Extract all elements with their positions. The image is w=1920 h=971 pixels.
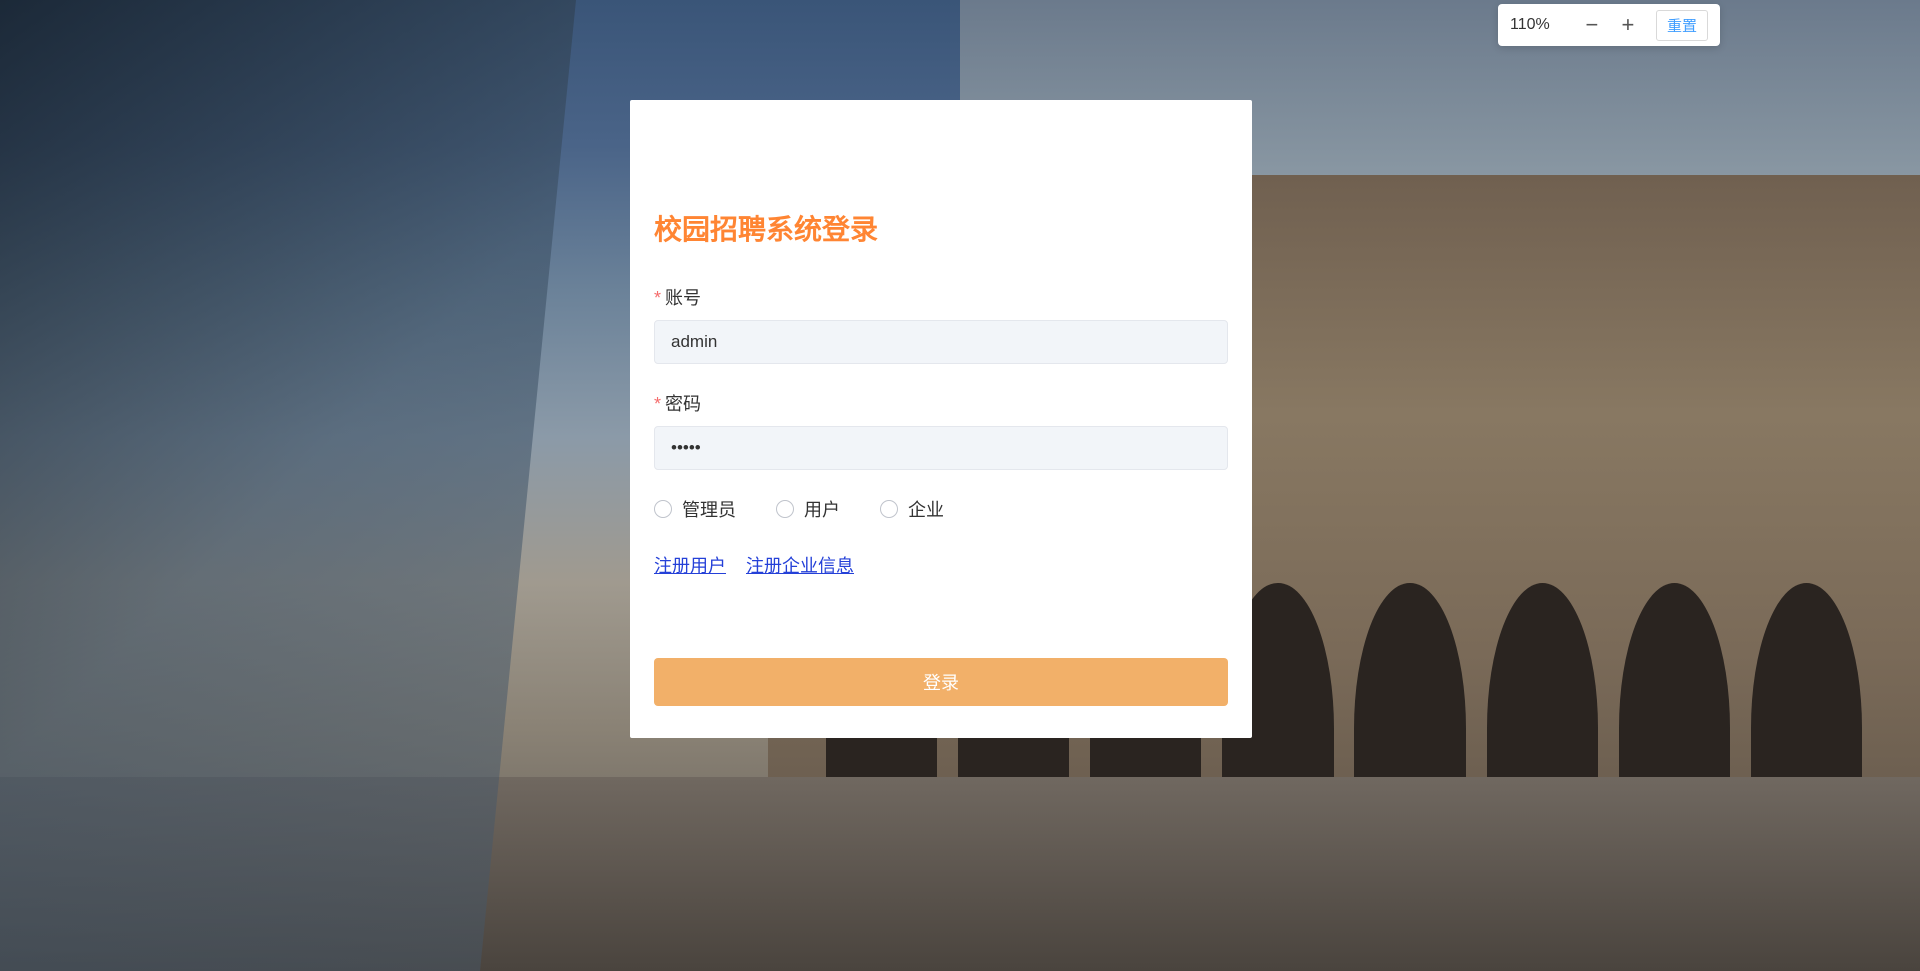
login-button[interactable]: 登录 [654,658,1228,706]
password-label-text: 密码 [665,394,701,414]
register-links: 注册用户 注册企业信息 [654,552,1228,578]
zoom-reset-button[interactable]: 重置 [1656,10,1708,41]
zoom-control-bar: 110% − + 重置 [1498,4,1720,46]
register-company-link[interactable]: 注册企业信息 [746,552,854,578]
role-radio-group: 管理员 用户 企业 [654,496,1228,522]
username-label: *账号 [654,284,1228,310]
radio-icon [776,500,794,518]
zoom-in-button[interactable]: + [1614,11,1642,39]
required-marker: * [654,288,661,308]
username-label-text: 账号 [665,288,701,308]
password-label: *密码 [654,390,1228,416]
password-input[interactable] [654,426,1228,470]
zoom-level-label: 110% [1510,16,1570,34]
username-form-item: *账号 [654,284,1228,364]
radio-icon [654,500,672,518]
radio-label-user: 用户 [804,496,840,522]
required-marker: * [654,394,661,414]
login-title: 校园招聘系统登录 [654,208,1228,248]
role-radio-company[interactable]: 企业 [880,496,944,522]
login-panel: 校园招聘系统登录 *账号 *密码 管理员 用户 [630,100,1252,738]
radio-label-company: 企业 [908,496,944,522]
zoom-out-button[interactable]: − [1578,11,1606,39]
radio-label-admin: 管理员 [682,496,736,522]
radio-icon [880,500,898,518]
username-input[interactable] [654,320,1228,364]
role-radio-admin[interactable]: 管理员 [654,496,736,522]
register-user-link[interactable]: 注册用户 [654,552,726,578]
password-form-item: *密码 [654,390,1228,470]
role-radio-user[interactable]: 用户 [776,496,840,522]
